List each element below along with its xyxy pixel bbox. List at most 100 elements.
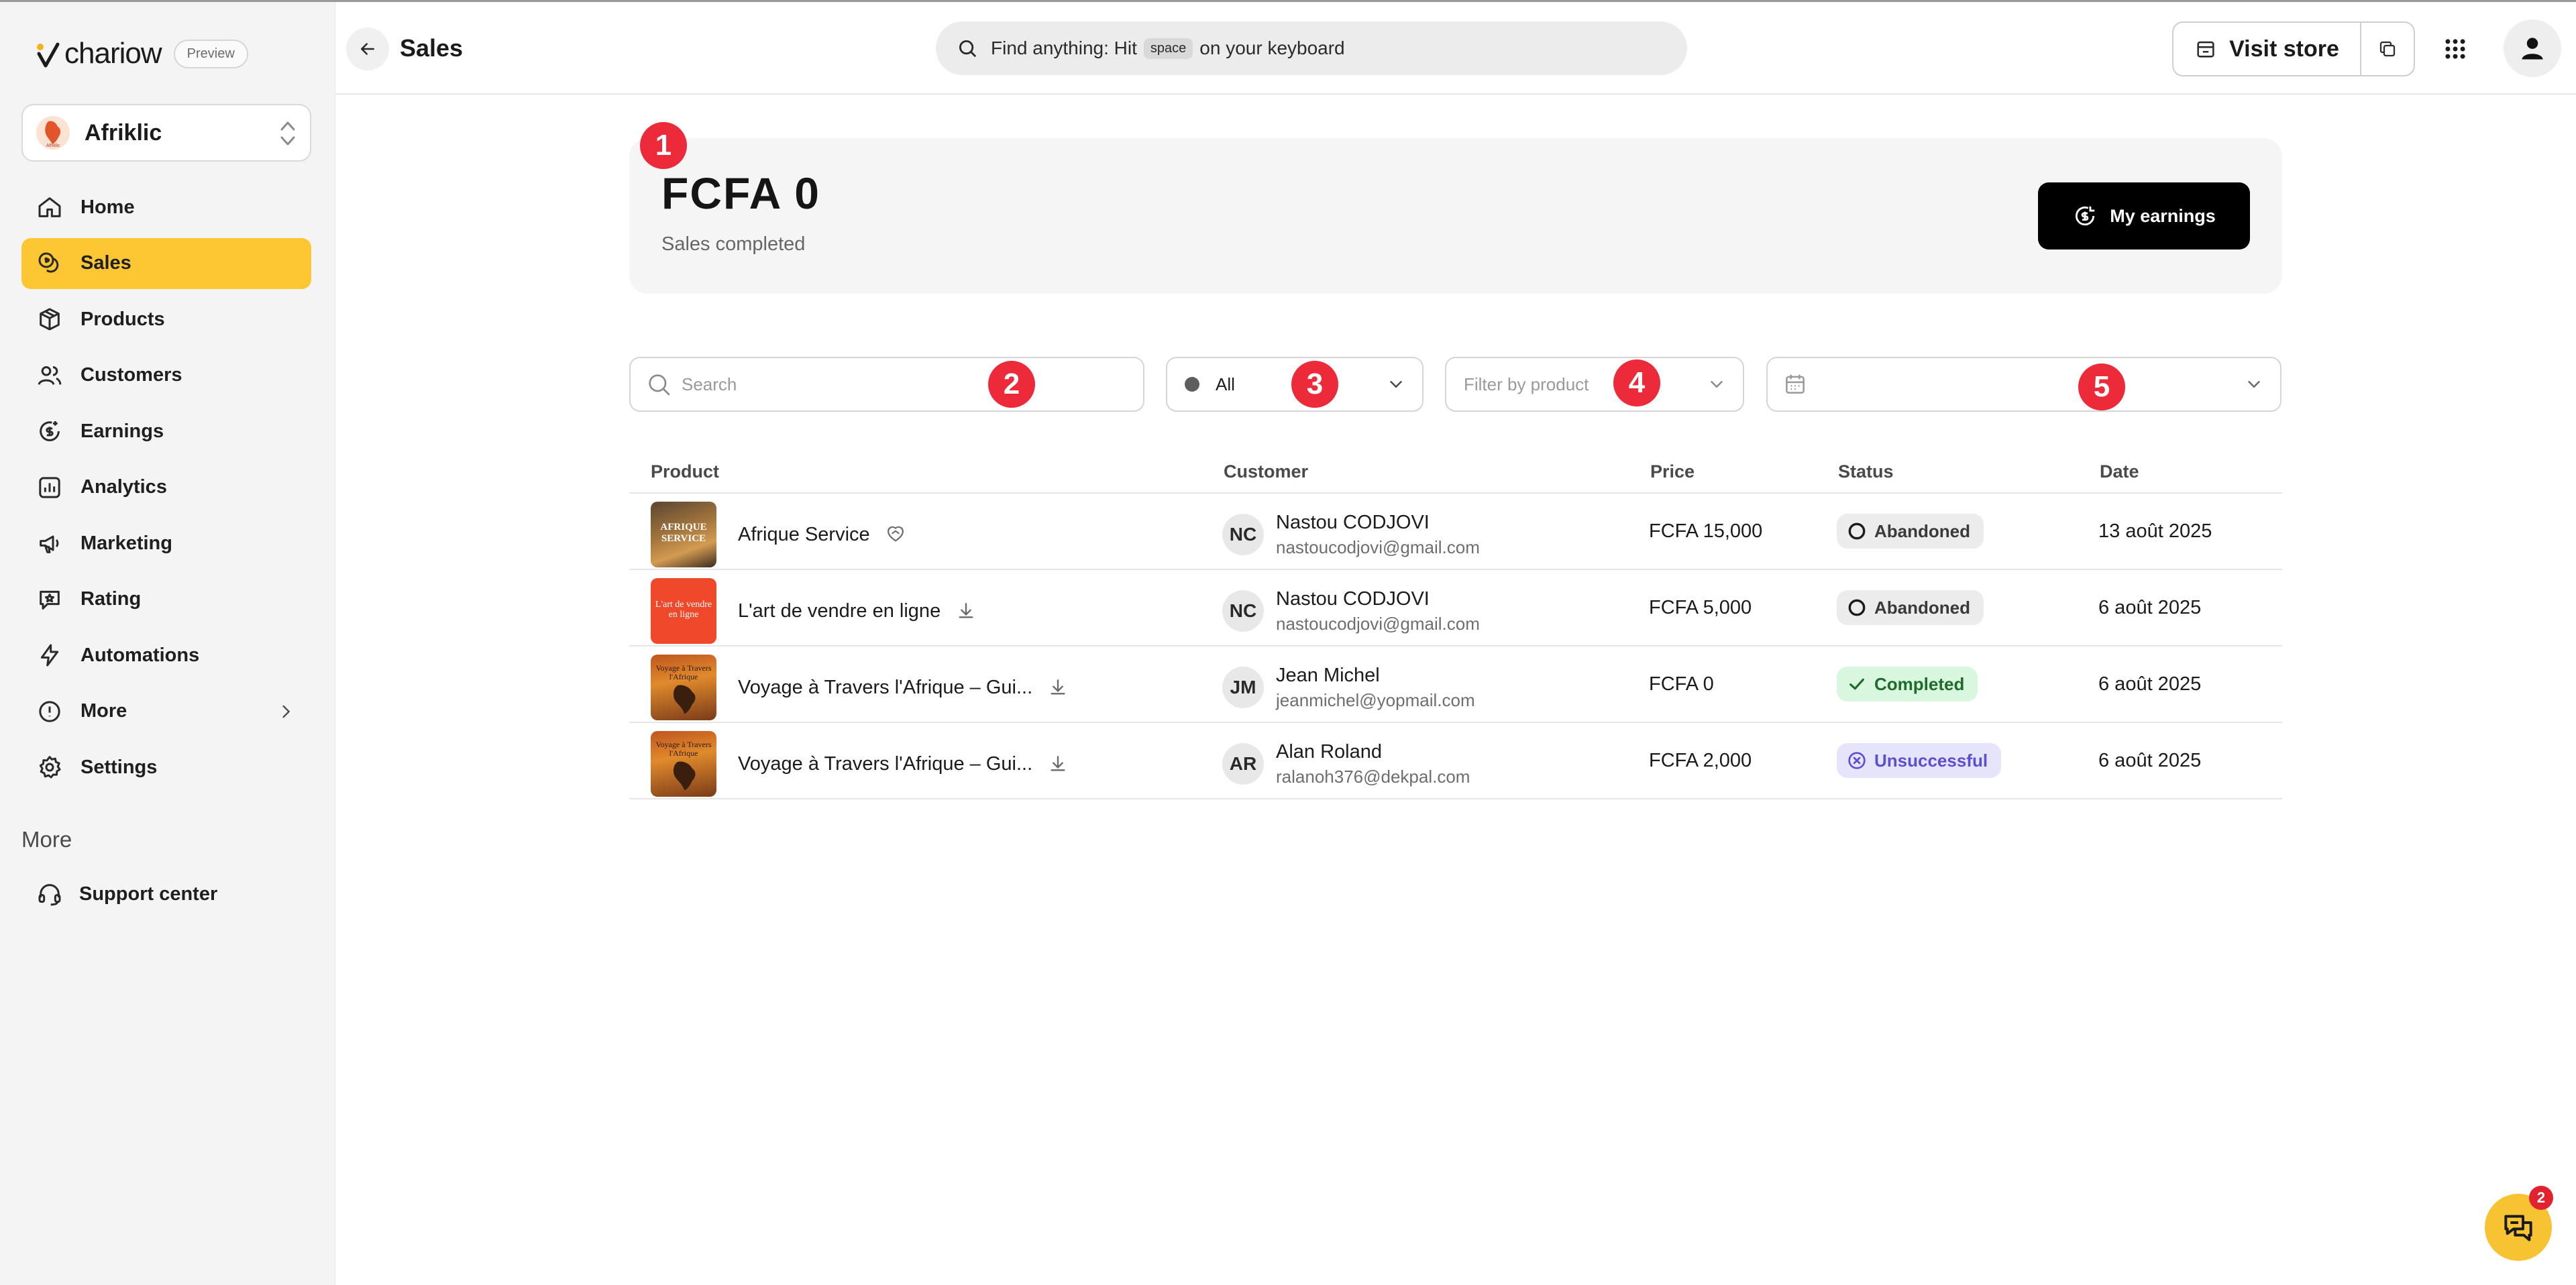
headset-icon: [38, 884, 61, 906]
annotation-marker: 4: [1613, 359, 1660, 406]
price-cell: FCFA 5,000: [1649, 597, 1752, 618]
status-cell: Abandoned: [1837, 514, 1984, 549]
table-row[interactable]: Voyage à Travers l'Afrique Voyage à Trav…: [629, 723, 2282, 799]
customer-cell: NC Nastou CODJOVI nastoucodjovi@gmail.co…: [1222, 510, 1480, 559]
column-header-customer[interactable]: Customer: [1224, 461, 1308, 482]
sales-total-label: Sales completed: [661, 233, 806, 255]
sidebar-item-label: Analytics: [80, 476, 167, 498]
message-star-icon: [40, 590, 60, 610]
table-row[interactable]: L'art de vendre en ligne L'art de vendre…: [629, 570, 2282, 647]
chevron-down-icon: [2248, 381, 2260, 388]
global-search-bar[interactable]: Find anything: Hit space on your keyboar…: [936, 21, 1687, 75]
sidebar-item-more[interactable]: More: [21, 686, 311, 737]
sidebar: chariow Preview Afriklic Afriklic Home S…: [0, 2, 335, 1285]
sidebar-item-sales[interactable]: Sales: [21, 237, 311, 289]
product-name[interactable]: Voyage à Travers l'Afrique – Gui...: [738, 677, 1032, 699]
date-cell: 6 août 2025: [2098, 673, 2202, 695]
customer-name[interactable]: Nastou CODJOVI: [1276, 510, 1480, 535]
back-button[interactable]: [346, 27, 389, 70]
status-badge: Abandoned: [1837, 590, 1984, 625]
sidebar-item-customers[interactable]: Customers: [21, 350, 311, 401]
sales-search-input[interactable]: Search: [629, 357, 1144, 412]
chariow-logo-icon: [35, 39, 62, 68]
product-thumbnail-text: AFRIQUE SERVICE: [660, 522, 707, 544]
support-center-link[interactable]: Support center: [36, 881, 217, 907]
top-bar: Sales Find anything: Hit space on your k…: [335, 2, 2576, 95]
sidebar-item-label: Marketing: [80, 532, 172, 554]
customer-name[interactable]: Jean Michel: [1276, 663, 1475, 688]
calendar-icon: [1786, 374, 1805, 394]
apps-grid-button[interactable]: [2435, 29, 2475, 69]
customer-name[interactable]: Alan Roland: [1276, 739, 1470, 765]
status-cell: Unsuccessful: [1837, 743, 2002, 778]
column-header-price[interactable]: Price: [1650, 461, 1695, 482]
status-label: Unsuccessful: [1874, 750, 1988, 771]
product-filter-select[interactable]: Filter by product: [1445, 357, 1744, 412]
copy-store-link-button[interactable]: [2360, 21, 2415, 76]
x-circle-icon: [1848, 752, 1866, 769]
my-earnings-button[interactable]: My earnings: [2038, 182, 2250, 249]
sidebar-item-automations[interactable]: Automations: [21, 630, 311, 681]
table-row[interactable]: AFRIQUE SERVICE Afrique Service NC Nasto…: [629, 494, 2282, 570]
africa-map-icon: [673, 685, 696, 714]
customer-avatar: NC: [1222, 590, 1264, 632]
user-icon: [2522, 38, 2543, 60]
product-thumbnail: AFRIQUE SERVICE: [651, 502, 716, 567]
column-header-product[interactable]: Product: [651, 461, 719, 482]
date-cell: 6 août 2025: [2098, 597, 2202, 618]
sidebar-nav: Home Sales Products Customers Earnings A…: [21, 182, 311, 798]
product-name[interactable]: L'art de vendre en ligne: [738, 600, 941, 622]
customer-cell: JM Jean Michel jeanmichel@yopmail.com: [1222, 663, 1475, 712]
customer-avatar: JM: [1222, 667, 1264, 708]
sidebar-item-marketing[interactable]: Marketing: [21, 518, 311, 569]
sidebar-item-analytics[interactable]: Analytics: [21, 462, 311, 513]
sidebar-item-settings[interactable]: Settings: [21, 742, 311, 793]
brand-logo[interactable]: chariow Preview: [35, 37, 248, 70]
lightning-icon: [40, 644, 59, 667]
table-row[interactable]: Voyage à Travers l'Afrique Voyage à Trav…: [629, 647, 2282, 723]
page-title: Sales: [400, 34, 464, 62]
sidebar-item-products[interactable]: Products: [21, 294, 311, 345]
sidebar-item-label: Home: [80, 196, 135, 218]
circle-outline-icon: [1848, 599, 1866, 616]
annotation-marker: 2: [988, 361, 1035, 408]
annotation-marker: 1: [640, 122, 687, 169]
chevron-down-icon: [1390, 381, 1402, 388]
dollar-circle-icon: [40, 421, 60, 441]
column-header-date[interactable]: Date: [2100, 461, 2139, 482]
product-name[interactable]: Afrique Service: [738, 524, 870, 546]
sidebar-item-rating[interactable]: Rating: [21, 574, 311, 625]
status-label: Completed: [1874, 673, 1965, 694]
workspace-switcher[interactable]: Afriklic Afriklic: [21, 104, 311, 162]
download-icon: [959, 603, 973, 618]
customer-avatar: AR: [1222, 743, 1264, 785]
customer-avatar: NC: [1222, 514, 1264, 555]
sidebar-item-label: Sales: [80, 252, 131, 274]
product-name[interactable]: Voyage à Travers l'Afrique – Gui...: [738, 753, 1032, 775]
status-cell: Abandoned: [1837, 590, 1984, 625]
date-range-picker[interactable]: [1766, 357, 2282, 412]
price-cell: FCFA 15,000: [1649, 520, 1763, 542]
download-icon: [1051, 679, 1065, 695]
sales-summary-card: FCFA 0 Sales completed My earnings: [629, 138, 2282, 294]
sidebar-item-home[interactable]: Home: [21, 182, 311, 233]
price-cell: FCFA 0: [1649, 673, 1714, 695]
search-icon: [959, 40, 976, 57]
customer-email: ralanoh376@dekpal.com: [1276, 767, 1470, 787]
workspace-avatar: Afriklic: [36, 116, 70, 150]
preview-badge: Preview: [173, 39, 248, 68]
sidebar-item-earnings[interactable]: Earnings: [21, 406, 311, 457]
workspace-name: Afriklic: [85, 119, 162, 146]
column-header-status[interactable]: Status: [1838, 461, 1894, 482]
customer-email: nastoucodjovi@gmail.com: [1276, 537, 1480, 557]
my-earnings-label: My earnings: [2110, 205, 2216, 226]
customer-name[interactable]: Nastou CODJOVI: [1276, 586, 1480, 612]
product-thumbnail-text: L'art de vendre en ligne: [655, 600, 712, 620]
product-thumbnail: Voyage à Travers l'Afrique: [651, 655, 716, 720]
status-cell: Completed: [1837, 667, 1978, 702]
visit-store-button[interactable]: Visit store: [2172, 21, 2361, 76]
sales-total-amount: FCFA 0: [661, 168, 820, 218]
user-menu-button[interactable]: [2504, 19, 2561, 77]
sidebar-item-label: More: [80, 700, 127, 722]
customer-cell: AR Alan Roland ralanoh376@dekpal.com: [1222, 739, 1470, 789]
